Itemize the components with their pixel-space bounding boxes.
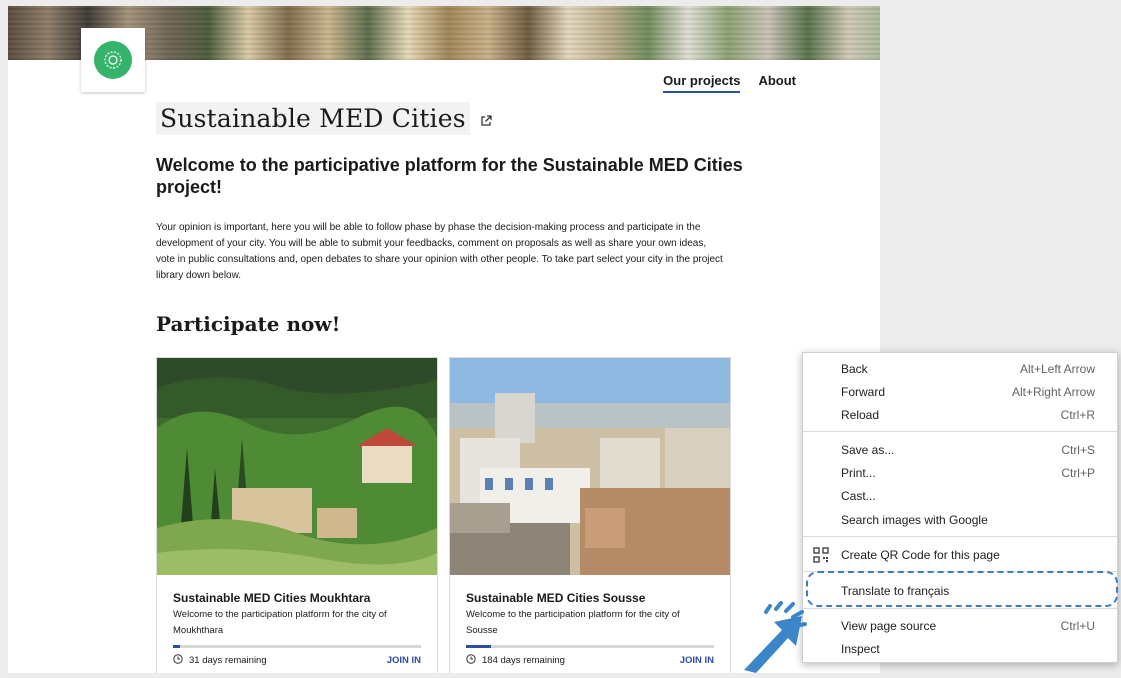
menu-item-save-as[interactable]: Save as... Ctrl+S [803, 439, 1117, 461]
card-title[interactable]: Sustainable MED Cities Moukhtara [173, 591, 421, 605]
project-image-sousse [450, 358, 730, 575]
menu-item-label: Create QR Code for this page [841, 548, 1000, 562]
translate-highlight-outline [806, 571, 1118, 607]
clock-icon [173, 654, 183, 667]
intro-text: Your opinion is important, here you will… [156, 222, 723, 281]
menu-item-label: Search images with Google [841, 513, 988, 527]
join-in-link[interactable]: JOIN IN [387, 655, 421, 666]
participate-heading: Participate now! [156, 312, 341, 336]
site-logo[interactable] [81, 28, 145, 92]
menu-item-view-source[interactable]: View page source Ctrl+U [803, 615, 1117, 637]
context-menu: Back Alt+Left Arrow Forward Alt+Right Ar… [802, 352, 1118, 663]
menu-item-label: View page source [841, 619, 937, 633]
menu-item-label: Print... [841, 466, 876, 480]
card-description: Welcome to the participation platform fo… [173, 609, 387, 636]
click-pointer-icon [738, 600, 808, 678]
menu-item-reload[interactable]: Reload Ctrl+R [803, 404, 1117, 426]
menu-item-create-qr[interactable]: Create QR Code for this page [803, 544, 1117, 566]
menu-item-shortcut: Ctrl+S [1061, 443, 1095, 457]
menu-item-inspect[interactable]: Inspect [803, 638, 1117, 660]
menu-item-label: Save as... [841, 443, 895, 457]
menu-item-label: Inspect [841, 642, 880, 656]
menu-item-shortcut: Alt+Left Arrow [1019, 362, 1095, 376]
title-row: Sustainable MED Cities [156, 102, 492, 135]
card-title[interactable]: Sustainable MED Cities Sousse [466, 591, 714, 605]
main-nav: Our projects About [663, 73, 796, 93]
project-image-moukhtara [157, 358, 437, 575]
menu-item-back[interactable]: Back Alt+Left Arrow [803, 358, 1117, 380]
menu-item-shortcut: Ctrl+R [1060, 408, 1095, 422]
menu-item-print[interactable]: Print... Ctrl+P [803, 462, 1117, 484]
card-description: Welcome to the participation platform fo… [466, 609, 680, 636]
menu-item-shortcut: Ctrl+U [1060, 619, 1095, 633]
menu-item-label: Reload [841, 408, 880, 422]
progress-bar [173, 645, 421, 648]
menu-separator [803, 608, 1117, 609]
project-card-sousse[interactable]: Sustainable MED Cities Sousse Welcome to… [449, 357, 731, 673]
menu-item-label: Back [841, 362, 868, 376]
clock-icon [466, 654, 476, 667]
join-in-link[interactable]: JOIN IN [680, 655, 714, 666]
menu-item-forward[interactable]: Forward Alt+Right Arrow [803, 381, 1117, 403]
menu-item-shortcut: Alt+Right Arrow [1011, 385, 1095, 399]
nav-about[interactable]: About [758, 73, 796, 93]
qr-code-icon [813, 547, 829, 566]
menu-item-cast[interactable]: Cast... [803, 485, 1117, 507]
progress-fill [173, 645, 181, 648]
page-title: Sustainable MED Cities [156, 102, 470, 135]
welcome-heading: Welcome to the participative platform fo… [156, 155, 743, 197]
nav-our-projects[interactable]: Our projects [663, 73, 741, 93]
menu-separator [803, 536, 1117, 537]
external-link-icon[interactable] [480, 114, 492, 132]
progress-fill [466, 645, 491, 648]
menu-separator [803, 431, 1117, 432]
days-remaining: 184 days remaining [482, 655, 565, 666]
days-remaining: 31 days remaining [189, 655, 267, 666]
logo-icon [94, 41, 132, 79]
menu-item-search-images[interactable]: Search images with Google [803, 509, 1117, 531]
menu-item-label: Cast... [841, 489, 876, 503]
menu-item-shortcut: Ctrl+P [1061, 466, 1095, 480]
menu-item-label: Forward [841, 385, 886, 399]
project-card-moukhtara[interactable]: Sustainable MED Cities Moukhtara Welcome… [156, 357, 438, 673]
web-page: Our projects About Sustainable MED Citie… [8, 6, 880, 673]
progress-bar [466, 645, 714, 648]
